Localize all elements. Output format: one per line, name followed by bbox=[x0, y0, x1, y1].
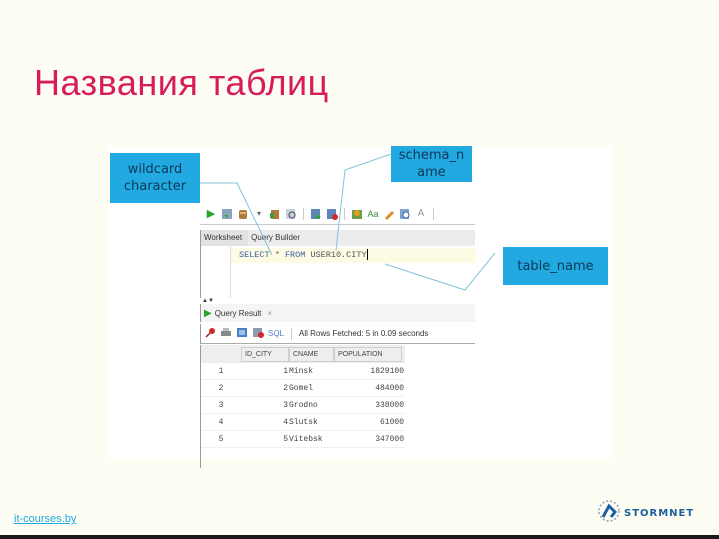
callout-table-name: table_name bbox=[503, 247, 608, 285]
cell-population: 1829100 bbox=[370, 366, 404, 376]
cell-population: 338000 bbox=[375, 400, 404, 410]
row-number: 5 bbox=[218, 434, 224, 444]
close-tab-icon[interactable]: × bbox=[267, 309, 272, 318]
refresh-icon[interactable] bbox=[236, 327, 248, 340]
cell-id-city: 4 bbox=[283, 417, 288, 427]
pin-icon[interactable] bbox=[205, 327, 216, 340]
text-caret bbox=[366, 249, 368, 261]
tab-query-builder[interactable]: Query Builder bbox=[248, 230, 306, 246]
slide-title: Названия таблиц bbox=[34, 62, 329, 103]
format-icon[interactable] bbox=[382, 207, 396, 221]
run-result-icon: ▶ bbox=[204, 307, 212, 319]
toolbar-separator bbox=[433, 207, 434, 220]
print-icon[interactable] bbox=[220, 327, 232, 340]
sql-button[interactable]: SQL bbox=[268, 329, 284, 338]
table-row[interactable]: 2 2 Gomel 484000 bbox=[201, 380, 405, 397]
cell-population: 484000 bbox=[375, 383, 404, 393]
fetch-status: All Rows Fetched: 5 in 0.09 seconds bbox=[299, 329, 429, 338]
column-header-cname[interactable]: CNAME bbox=[289, 346, 334, 362]
cell-id-city: 1 bbox=[283, 366, 288, 376]
grid-header: ID_CITY CNAME POPULATION bbox=[201, 345, 405, 363]
dropdown-icon[interactable]: ▾ bbox=[252, 207, 266, 221]
table-row[interactable]: 4 4 Slutsk 61000 bbox=[201, 414, 405, 431]
cell-cname: Vitebsk bbox=[289, 434, 323, 444]
editor-gutter bbox=[201, 246, 231, 298]
row-number: 1 bbox=[218, 366, 224, 376]
autotrace-icon[interactable] bbox=[309, 207, 323, 221]
sql-developer-window: ▶ ▾ Aa A Worksheet Query Builder SELECT … bbox=[200, 203, 476, 468]
sql-tuning-icon[interactable] bbox=[325, 207, 339, 221]
toolbar-separator bbox=[291, 327, 293, 340]
row-number: 3 bbox=[218, 400, 224, 410]
query-result-tab[interactable]: ▶ Query Result × bbox=[200, 304, 475, 322]
history-icon[interactable]: Aa bbox=[366, 207, 380, 221]
callout-schema-name: schema_n ame bbox=[391, 146, 472, 182]
cell-id-city: 5 bbox=[283, 434, 288, 444]
cell-id-city: 3 bbox=[283, 400, 288, 410]
table-row[interactable]: 1 1 Minsk 1829100 bbox=[201, 363, 405, 380]
column-header-id-city[interactable]: ID_CITY bbox=[241, 346, 289, 362]
table-reference: USER10.CITY bbox=[310, 250, 367, 260]
footer-link[interactable]: it-courses.by bbox=[14, 513, 76, 525]
logo-icon bbox=[596, 498, 622, 529]
clear-icon[interactable] bbox=[350, 207, 364, 221]
toolbar-separator bbox=[303, 207, 304, 220]
cell-population: 61000 bbox=[379, 417, 404, 427]
keyword-from: FROM bbox=[284, 250, 306, 260]
run-script-icon[interactable] bbox=[220, 207, 234, 221]
rollback-icon[interactable] bbox=[268, 207, 282, 221]
commit-icon[interactable] bbox=[236, 207, 250, 221]
more-icon[interactable]: A bbox=[414, 207, 428, 221]
table-row[interactable]: 3 3 Grodno 338000 bbox=[201, 397, 405, 414]
sql-query-line[interactable]: SELECT * FROM USER10.CITY bbox=[231, 248, 476, 263]
cell-cname: Slutsk bbox=[289, 417, 318, 427]
query-result-label: Query Result bbox=[214, 308, 262, 318]
export-icon[interactable] bbox=[252, 327, 264, 340]
table-row[interactable]: 5 5 Vitebsk 347000 bbox=[201, 431, 405, 448]
stormnet-logo: STORMNET bbox=[596, 498, 706, 529]
result-toolbar: SQL All Rows Fetched: 5 in 0.09 seconds bbox=[200, 324, 475, 344]
cell-population: 347000 bbox=[375, 434, 404, 444]
toolbar-separator bbox=[344, 207, 345, 220]
bottom-bar bbox=[0, 535, 719, 539]
grid-empty-area bbox=[201, 448, 405, 468]
run-statement-icon[interactable]: ▶ bbox=[204, 207, 218, 221]
cell-cname: Gomel bbox=[289, 383, 314, 393]
cell-id-city: 2 bbox=[283, 383, 288, 393]
result-grid: ID_CITY CNAME POPULATION 1 1 Minsk 18291… bbox=[200, 345, 405, 468]
worksheet-tabs: Worksheet Query Builder bbox=[200, 230, 475, 246]
cell-cname: Minsk bbox=[289, 366, 314, 376]
wildcard-star: * bbox=[274, 250, 280, 260]
column-header-population[interactable]: POPULATION bbox=[334, 346, 402, 362]
sql-editor[interactable]: SELECT * FROM USER10.CITY bbox=[200, 246, 476, 298]
tab-worksheet[interactable]: Worksheet bbox=[201, 230, 249, 246]
row-number: 4 bbox=[218, 417, 224, 427]
explain-plan-icon[interactable] bbox=[284, 207, 298, 221]
logo-text: STORMNET bbox=[624, 507, 695, 519]
cell-cname: Grodno bbox=[289, 400, 318, 410]
find-icon[interactable] bbox=[398, 207, 412, 221]
row-number: 2 bbox=[218, 383, 224, 393]
worksheet-toolbar: ▶ ▾ Aa A bbox=[200, 203, 475, 225]
callout-wildcard-character: wildcard character bbox=[110, 153, 200, 203]
keyword-select: SELECT bbox=[239, 250, 270, 260]
